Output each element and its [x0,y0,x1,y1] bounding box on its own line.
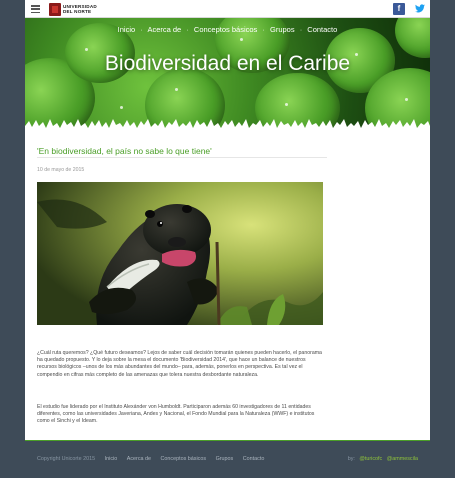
footer-link-grupos[interactable]: Grupos [216,456,234,462]
hero-title: Biodiversidad en el Caribe [104,52,351,75]
footer-links: Copyright Unicorte 2015 Inicio Acerca de… [37,456,264,462]
otter-photo [37,182,323,325]
nav-item-conceptos-basicos[interactable]: Conceptos básicos [194,25,257,34]
footer-by-label: by: [347,456,355,462]
footer-link-inicio[interactable]: Inicio [105,456,118,462]
facebook-icon[interactable]: f [393,3,405,15]
post-date: 10 de mayo de 2015 [37,167,85,173]
nav-item-contacto[interactable]: Contacto [307,25,337,34]
nav-item-acerca-de[interactable]: Acerca de [147,25,181,34]
twitter-icon[interactable] [414,3,426,15]
footer-author-ammescila[interactable]: @ammescila [387,456,418,462]
footer-link-conceptos-basicos[interactable]: Conceptos básicos [161,456,207,462]
footer-copyright: Copyright Unicorte 2015 [37,456,96,462]
post-paragraph-1: ¿Cuál ruta queremos? ¿Qué futuro deseamo… [37,350,322,378]
grass-border-decoration [25,119,430,133]
nav-item-grupos[interactable]: Grupos [270,25,295,34]
footer-link-contacto[interactable]: Contacto [243,456,265,462]
post-paragraph-2: El estudio fue liderado por el Instituto… [37,404,315,425]
otter-illustration [37,182,323,325]
footer-author-turicofc[interactable]: @turicofc [359,456,382,462]
hero-banner: Inicio · Acerca de · Conceptos básicos ·… [25,18,430,133]
logo-text: UNIVERSIDAD DEL NORTE [63,4,97,14]
site-footer: Copyright Unicorte 2015 Inicio Acerca de… [25,441,430,478]
logo-shield-icon [49,2,61,16]
university-logo[interactable]: UNIVERSIDAD DEL NORTE [49,2,97,16]
footer-credits: by: @turicofc @ammescila [348,456,418,462]
post-title-link[interactable]: 'En biodiversidad, el país no sabe lo qu… [37,146,212,156]
main-nav: Inicio · Acerca de · Conceptos básicos ·… [117,25,338,34]
footer-link-acerca-de[interactable]: Acerca de [127,456,151,462]
main-content: 'En biodiversidad, el país no sabe lo qu… [25,133,430,440]
nav-item-inicio[interactable]: Inicio [118,25,136,34]
hamburger-menu-icon[interactable] [31,5,40,14]
title-divider [37,157,327,158]
top-bar: UNIVERSIDAD DEL NORTE f [25,0,430,18]
